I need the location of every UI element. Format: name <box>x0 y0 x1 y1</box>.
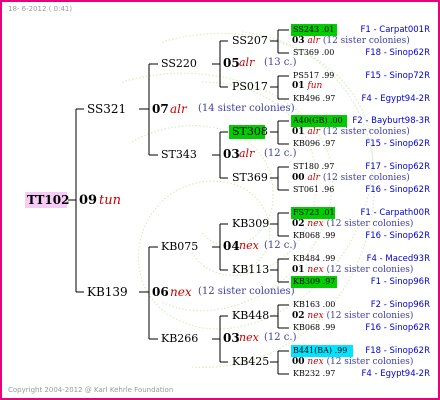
ancestor-colony-id[interactable]: KB496 .97 <box>293 95 335 103</box>
ancestor-colony-id[interactable]: KB163 .00 <box>293 301 335 309</box>
ancestor-colony-id[interactable]: KB232 .97 <box>293 370 335 378</box>
grandparent-sister-count: (12 c.) <box>264 148 297 159</box>
parent-queen-name: alr <box>170 102 187 116</box>
grandparent-generation: 04 <box>223 239 240 253</box>
breeding-location-label: F18 - Sinop62R <box>365 346 430 356</box>
breeding-location-label: F1 - Carpat001R <box>360 25 430 35</box>
ancestor-detail: 00 nex (12 sister colonies) <box>292 357 414 367</box>
parent-generation: 06 <box>152 285 169 299</box>
grandparent-generation: 03 <box>223 331 240 345</box>
parent-colony-id[interactable]: SS321 <box>87 103 126 115</box>
great-grandparent-colony-id[interactable]: KB309 <box>232 218 269 229</box>
breeding-location-label: F18 - Sinop62R <box>365 48 430 58</box>
root-queen-name: tun <box>99 193 121 208</box>
grandparent-colony-id[interactable]: KB075 <box>161 241 198 252</box>
ancestor-colony-id[interactable]: KB484 .99 <box>293 255 335 263</box>
ancestor-detail: 02 nex (12 sister colonies) <box>292 219 414 229</box>
grandparent-colony-id[interactable]: ST343 <box>161 149 197 160</box>
grandparent-colony-id[interactable]: SS220 <box>161 58 197 69</box>
grandparent-queen-name: nex <box>239 331 259 344</box>
breeding-location-label: F4 - Maced93R <box>366 254 430 264</box>
grandparent-generation: 03 <box>223 147 240 161</box>
ancestor-detail: 03 alr (12 sister colonies) <box>292 36 410 46</box>
parent-sister-count: (14 sister colonies) <box>198 103 295 114</box>
breeding-location-label: F1 - Sinop96R <box>370 277 430 287</box>
ancestor-colony-id[interactable]: PS517 .99 <box>293 72 334 80</box>
breeding-location-label: F2 - Bayburt98-3R <box>352 116 430 126</box>
grandparent-queen-name: alr <box>239 147 255 160</box>
grandparent-sister-count: (12 c.) <box>264 332 297 343</box>
ancestor-detail: 01 fun <box>292 81 323 91</box>
great-grandparent-colony-id[interactable]: PS017 <box>232 81 268 92</box>
ancestor-detail: 01 nex (12 sister colonies) <box>292 265 414 275</box>
root-colony-id[interactable]: TT102 <box>27 194 69 206</box>
great-grandparent-colony-id[interactable]: ST369 <box>232 172 268 183</box>
ancestor-detail: 00 alr (12 sister colonies) <box>292 173 410 183</box>
grandparent-sister-count: (13 c.) <box>264 57 297 68</box>
breeding-location-label: F16 - Sinop62R <box>365 231 430 241</box>
copyright-footer: Copyright 2004-2012 @ Karl Kehrle Founda… <box>8 386 174 394</box>
great-grandparent-colony-id[interactable]: KB113 <box>232 264 269 275</box>
parent-generation: 07 <box>152 102 169 116</box>
breeding-location-label: F2 - Sinop96R <box>370 300 430 310</box>
breeding-location-label: F16 - Sinop62R <box>365 323 430 333</box>
ancestor-colony-id[interactable]: KB068 .99 <box>293 324 335 332</box>
ancestor-detail: 02 nex (12 sister colonies) <box>292 311 414 321</box>
parent-sister-count: (12 sister colonies) <box>198 286 295 297</box>
great-grandparent-colony-id[interactable]: SS207 <box>232 35 268 46</box>
breeding-location-label: F1 - Carpath00R <box>360 208 430 218</box>
grandparent-queen-name: alr <box>239 56 255 69</box>
ancestor-colony-id[interactable]: KB096 .97 <box>293 140 335 148</box>
ancestor-colony-id[interactable]: ST369 .00 <box>293 49 334 57</box>
pedigree-frame: 18- 6-2012 ( 0:41) TT102 09 tun SS321 07… <box>0 0 440 400</box>
ancestor-colony-id[interactable]: A40(GB) .00 <box>293 117 343 125</box>
parent-colony-id[interactable]: KB139 <box>87 286 128 298</box>
ancestor-colony-id[interactable]: FS723 .01 <box>293 209 335 217</box>
grandparent-sister-count: (12 c.) <box>264 240 297 251</box>
great-grandparent-colony-id[interactable]: KB448 <box>232 310 269 321</box>
breeding-location-label: F4 - Egypt94-2R <box>361 94 431 104</box>
root-generation: 09 <box>79 193 98 208</box>
ancestor-colony-id[interactable]: ST180 .97 <box>293 163 334 171</box>
ancestor-colony-id[interactable]: B441(BA) .99 <box>293 347 347 355</box>
grandparent-queen-name: nex <box>239 239 259 252</box>
ancestor-colony-id[interactable]: KB309 .97 <box>293 278 335 286</box>
breeding-location-label: F16 - Sinop62R <box>365 185 430 195</box>
great-grandparent-colony-id[interactable]: KB425 <box>232 356 269 367</box>
breeding-location-label: F15 - Sinop62R <box>365 139 430 149</box>
breeding-location-label: F17 - Sinop62R <box>365 162 430 172</box>
ancestor-colony-id[interactable]: ST061 .96 <box>293 186 334 194</box>
breeding-location-label: F15 - Sinop72R <box>365 71 430 81</box>
ancestor-detail: 01 alr (12 sister colonies) <box>292 127 410 137</box>
breeding-location-label: F4 - Egypt94-2R <box>361 369 431 379</box>
grandparent-generation: 05 <box>223 56 240 70</box>
ancestor-colony-id[interactable]: KB068 .99 <box>293 232 335 240</box>
parent-queen-name: nex <box>170 285 192 299</box>
date-stamp: 18- 6-2012 ( 0:41) <box>8 5 73 13</box>
great-grandparent-colony-id[interactable]: ST308 <box>232 126 268 137</box>
ancestor-colony-id[interactable]: SS243 .01 <box>293 26 334 34</box>
grandparent-colony-id[interactable]: KB266 <box>161 333 198 344</box>
